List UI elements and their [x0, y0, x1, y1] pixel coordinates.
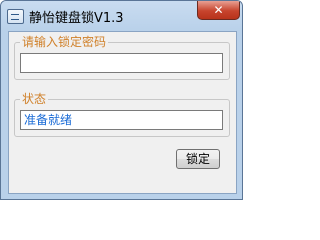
dialog-body: 请输入锁定密码 状态 准备就绪 锁定: [8, 31, 237, 194]
status-group-label: 状态: [20, 91, 49, 107]
close-icon: ✕: [213, 3, 224, 17]
password-groupbox: 请输入锁定密码: [14, 34, 230, 80]
window-title: 静怡键盘锁V1.3: [29, 11, 124, 26]
title-bar[interactable]: 静怡键盘锁V1.3 ✕: [1, 1, 242, 31]
lock-button[interactable]: 锁定: [176, 149, 220, 169]
app-window: 静怡键盘锁V1.3 ✕ 请输入锁定密码 状态 准备就绪 锁定: [0, 0, 243, 200]
status-groupbox: 状态 准备就绪: [14, 91, 230, 137]
keyboard-app-icon: [7, 9, 24, 24]
password-group-label: 请输入锁定密码: [20, 34, 109, 50]
status-field: 准备就绪: [20, 110, 223, 130]
close-button[interactable]: ✕: [197, 1, 240, 20]
password-input[interactable]: [21, 56, 222, 74]
status-value: 准备就绪: [24, 113, 73, 127]
password-field-frame: [20, 53, 223, 74]
